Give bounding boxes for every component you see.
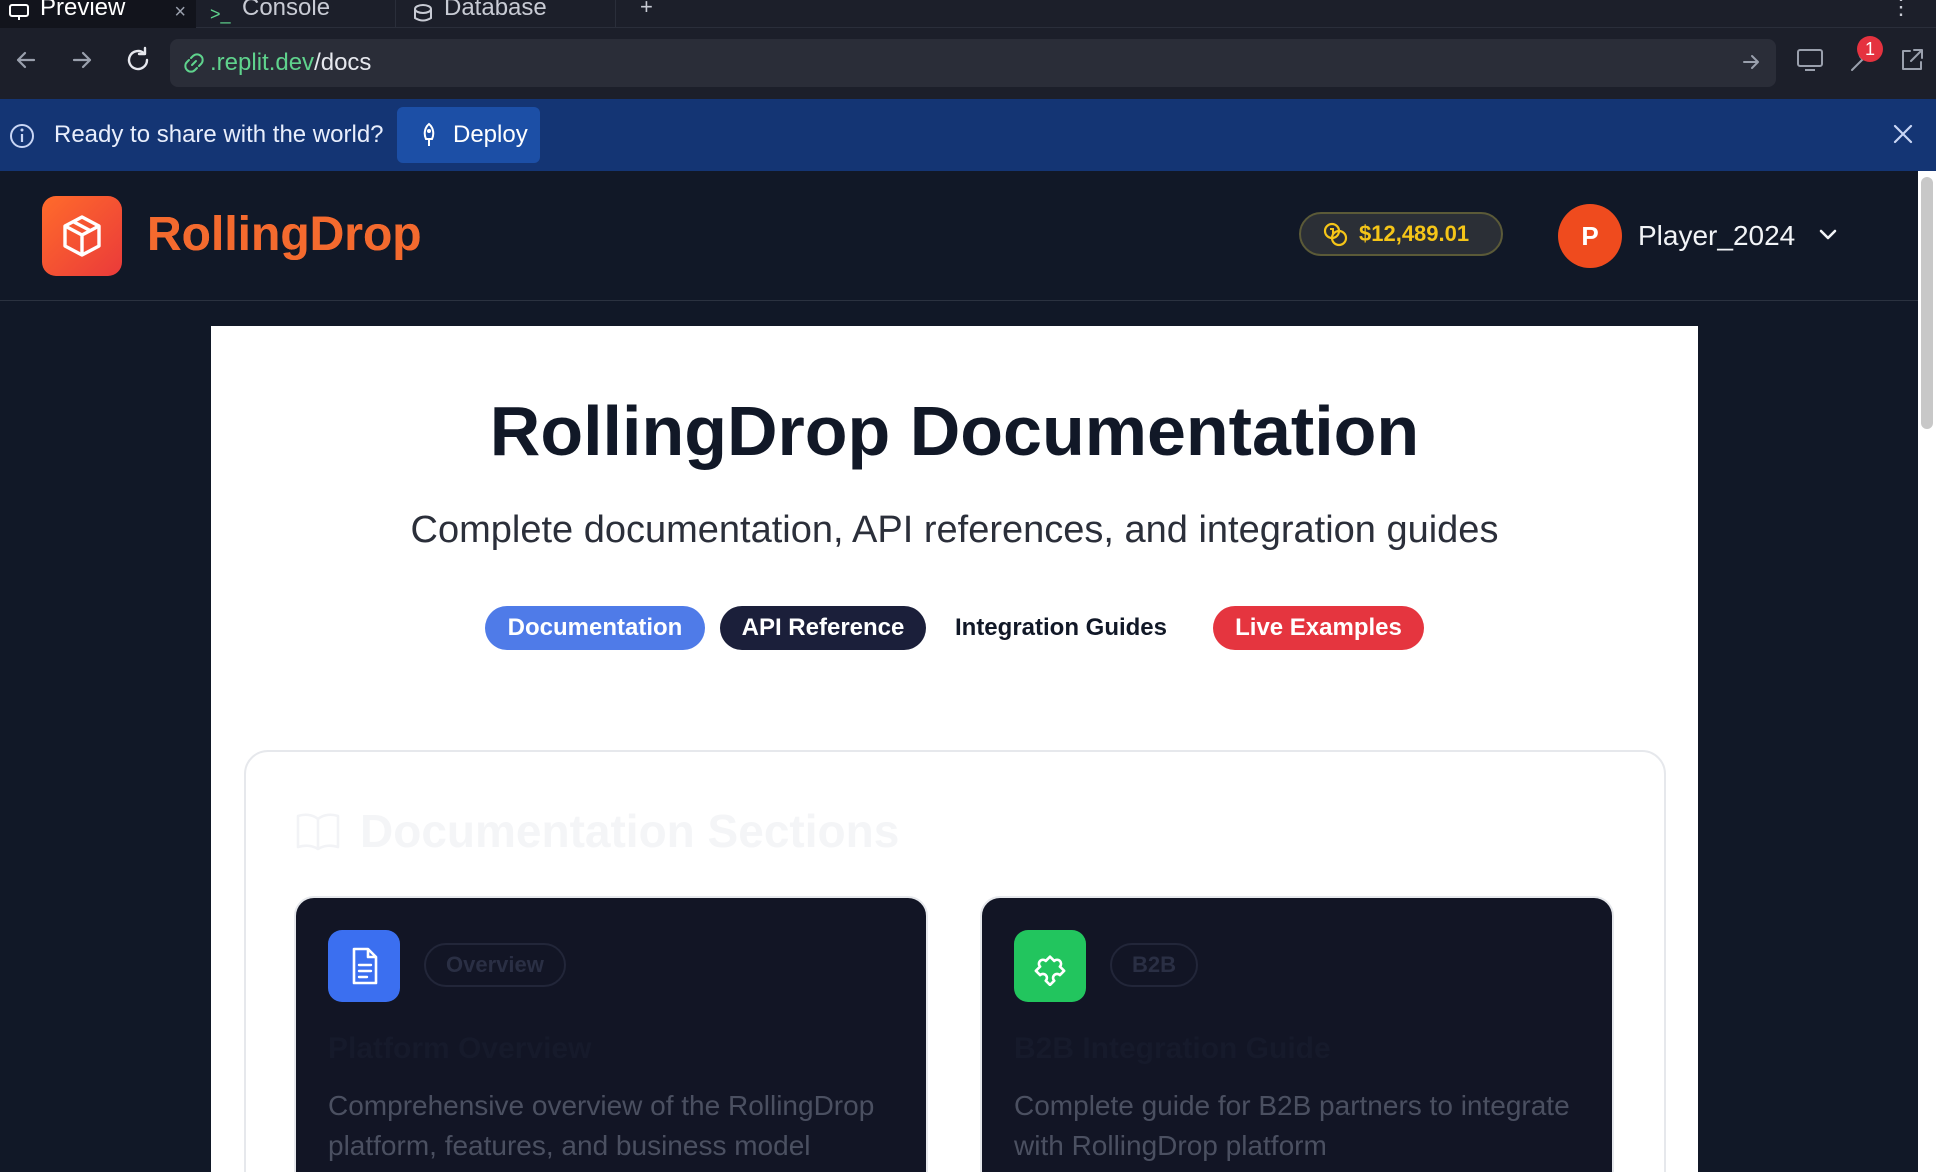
logo[interactable] [42, 196, 122, 276]
arrow-right-icon [72, 51, 92, 69]
info-message: Ready to share with the world? [54, 121, 384, 148]
section-description: Comprehensive overview of the RollingDro… [328, 1090, 875, 1161]
tab-live-examples[interactable]: Live Examples [1213, 606, 1424, 650]
tab-console[interactable]: >_ Console [196, 0, 396, 28]
puzzle-icon [1034, 955, 1066, 986]
forward-button[interactable] [64, 42, 100, 78]
monitor-icon [1797, 49, 1823, 71]
notification-badge: 1 [1857, 36, 1883, 62]
username[interactable]: Player_2024 [1638, 220, 1795, 252]
page-viewport: RollingDrop $12,489.01 P Player_2024 Rol… [0, 171, 1936, 1172]
open-new-window-button[interactable] [1894, 42, 1930, 78]
rocket-icon [423, 122, 435, 146]
page-subtitle: Complete documentation, API references, … [410, 509, 1499, 551]
documentation-card: RollingDrop Documentation Complete docum… [211, 326, 1698, 1172]
book-open-icon [296, 813, 340, 851]
info-icon [10, 124, 34, 148]
back-button[interactable] [8, 42, 44, 78]
brand-name[interactable]: RollingDrop [147, 207, 422, 262]
url-bar[interactable]: .replit.dev/docs [170, 39, 1776, 87]
url-path: /docs [314, 49, 372, 76]
close-icon[interactable]: × [174, 1, 186, 24]
balance-badge[interactable]: $12,489.01 [1299, 212, 1503, 256]
sections-title-text: Documentation Sections [360, 805, 900, 857]
more-icon[interactable]: ⋮ [1890, 0, 1912, 20]
section-icon-box [328, 930, 400, 1002]
page-title: RollingDrop Documentation [489, 392, 1420, 470]
arrow-left-icon [16, 51, 36, 69]
database-icon [414, 4, 432, 22]
coins-icon [1323, 222, 1348, 247]
site-header: RollingDrop $12,489.01 P Player_2024 [0, 171, 1918, 301]
section-icon-box [1014, 930, 1086, 1002]
link-icon [184, 53, 204, 73]
reload-button[interactable] [120, 42, 156, 78]
deploy-info-bar: Ready to share with the world? Deploy [0, 99, 1936, 171]
section-card-b2b[interactable]: B2B B2B Integration Guide Complete guide… [980, 896, 1614, 1172]
section-heading: Platform Overview [328, 1032, 592, 1065]
section-card-overview[interactable]: Overview Platform Overview Comprehensive… [294, 896, 928, 1172]
tab-integration-guides[interactable]: Integration Guides [950, 606, 1172, 650]
chevron-down-icon[interactable] [1816, 223, 1840, 247]
tab-database[interactable]: Database [398, 0, 616, 28]
section-description: Complete guide for B2B partners to integ… [1014, 1090, 1570, 1161]
section-heading: B2B Integration Guide [1014, 1032, 1331, 1065]
document-icon [352, 947, 378, 985]
balance-amount: $12,489.01 [1359, 221, 1470, 246]
documentation-sections: Documentation Sections Overview Platform… [244, 750, 1666, 1172]
scrollbar-thumb[interactable] [1921, 177, 1933, 429]
deploy-button[interactable]: Deploy [397, 107, 540, 163]
terminal-icon: >_ [210, 4, 231, 24]
arrow-right-icon[interactable] [1740, 51, 1762, 73]
section-tag: B2B [1110, 943, 1199, 987]
browser-tab-bar: Preview × >_ Console Database + ⋮ [0, 0, 1936, 28]
browser-nav-bar: .replit.dev/docs [0, 28, 1936, 99]
tab-preview[interactable]: Preview × [0, 0, 196, 28]
scrollbar[interactable] [1918, 171, 1936, 1172]
avatar[interactable]: P [1558, 204, 1622, 268]
external-link-icon [1902, 49, 1923, 70]
url-host: .replit.dev [210, 49, 315, 76]
section-tag: Overview [424, 943, 566, 987]
tab-database-label: Database [444, 0, 547, 21]
tab-console-label: Console [242, 0, 331, 21]
cube-icon [63, 215, 101, 257]
new-tab-button[interactable]: + [640, 0, 653, 18]
devices-button[interactable] [1792, 42, 1828, 78]
sections-heading: Documentation Sections [294, 804, 899, 858]
tab-api-reference[interactable]: API Reference [720, 606, 926, 650]
close-icon[interactable] [1890, 121, 1916, 147]
reload-icon [127, 46, 149, 71]
monitor-icon [9, 4, 29, 20]
deploy-label: Deploy [453, 121, 528, 148]
tab-preview-label: Preview [40, 0, 126, 21]
tab-documentation[interactable]: Documentation [485, 606, 705, 650]
